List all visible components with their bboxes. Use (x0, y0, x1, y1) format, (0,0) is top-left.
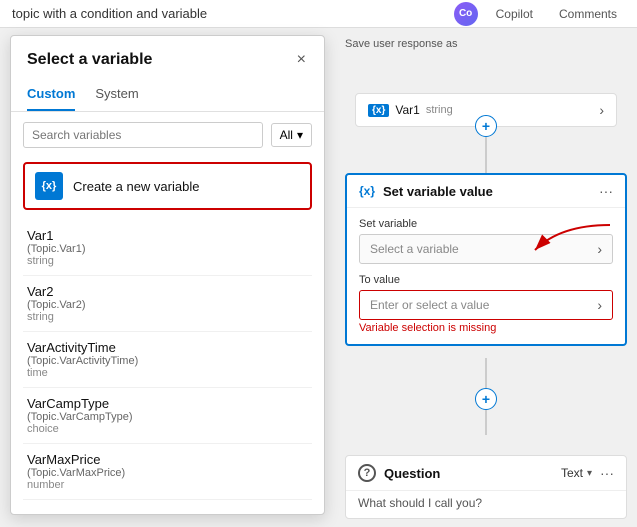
var-badge: {x} Var1 string (368, 103, 453, 117)
panel-header: Select a variable × (11, 36, 324, 80)
variable-list: Var1 (Topic.Var1) string Var2 (Topic.Var… (11, 220, 324, 514)
close-button[interactable]: × (295, 50, 308, 70)
var-badge-icon: {x} (368, 104, 389, 117)
list-item[interactable]: VarMaxPrice (Topic.VarMaxPrice) number (23, 444, 312, 500)
var-type: choice (27, 423, 308, 435)
chevron-right-icon: › (597, 297, 602, 313)
question-text: What should I call you? (358, 496, 482, 510)
text-type-label: Text (561, 466, 583, 480)
error-message: Variable selection is missing (359, 322, 613, 334)
list-item[interactable]: VarActivityTime (Topic.VarActivityTime) … (23, 332, 312, 388)
connector-line-mid (485, 358, 487, 388)
card-header: {x} Set variable value ··· (347, 175, 625, 208)
to-value-placeholder: Enter or select a value (370, 298, 489, 312)
copilot-button[interactable]: Copilot (488, 5, 541, 23)
set-variable-icon: {x} (359, 184, 375, 198)
question-menu-dots[interactable]: ··· (600, 465, 614, 481)
var-name: Var1 (27, 228, 308, 243)
list-item[interactable]: Var2 (Topic.Var2) string (23, 276, 312, 332)
var-name: VarCampType (27, 396, 308, 411)
tab-custom[interactable]: Custom (27, 80, 75, 111)
search-input[interactable] (23, 122, 263, 148)
connector-plus-bottom[interactable]: + (475, 388, 497, 410)
connector-line-top (485, 137, 487, 173)
chevron-right-icon: › (599, 102, 604, 118)
create-variable-icon: {x} (35, 172, 63, 200)
select-variable-placeholder: Select a variable (370, 242, 459, 256)
connector-plus-top[interactable]: + (475, 115, 497, 137)
list-item[interactable]: VarCampType (Topic.VarCampType) choice (23, 388, 312, 444)
top-bar: topic with a condition and variable Co C… (0, 0, 637, 28)
save-response-label: Save user response as (345, 38, 627, 50)
var-type: string (27, 311, 308, 323)
create-variable-button[interactable]: {x} Create a new variable (23, 162, 312, 210)
var-type: time (27, 367, 308, 379)
question-title: Question (384, 466, 553, 481)
canvas-area: Save user response as {x} Var1 string › … (335, 28, 637, 527)
red-arrow-annotation (525, 220, 615, 263)
variable-panel: Select a variable × Custom System All ▾ … (10, 35, 325, 515)
filter-dropdown[interactable]: All ▾ (271, 123, 312, 147)
connector-line-bottom (485, 410, 487, 435)
var1-type: string (426, 104, 453, 116)
search-area: All ▾ (11, 112, 324, 158)
save-response-section: Save user response as {x} Var1 string › (345, 38, 627, 54)
set-variable-title: Set variable value (383, 184, 591, 199)
var-name: VarMaxPrice (27, 452, 308, 467)
comments-button[interactable]: Comments (551, 5, 625, 23)
page-title: topic with a condition and variable (12, 6, 207, 21)
tabs-bar: Custom System (11, 80, 324, 112)
tab-system[interactable]: System (95, 80, 138, 111)
to-value-field[interactable]: Enter or select a value › (359, 290, 613, 320)
question-body: What should I call you? (346, 490, 626, 518)
copilot-avatar: Co (454, 2, 478, 26)
question-card-header: ? Question Text ▾ ··· (346, 456, 626, 490)
question-card: ? Question Text ▾ ··· What should I call… (345, 455, 627, 519)
list-item[interactable]: Var1 (Topic.Var1) string (23, 220, 312, 276)
text-type-badge[interactable]: Text ▾ (561, 466, 592, 480)
var-path: (Topic.VarMaxPrice) (27, 467, 308, 479)
question-icon: ? (358, 464, 376, 482)
var-path: (Topic.VarCampType) (27, 411, 308, 423)
var-name: VarActivityTime (27, 340, 308, 355)
menu-dots[interactable]: ··· (599, 183, 613, 199)
var-path: (Topic.VarActivityTime) (27, 355, 308, 367)
var-path: (Topic.Var1) (27, 243, 308, 255)
panel-title: Select a variable (27, 51, 152, 69)
to-value-label: To value (359, 274, 613, 286)
var-type: number (27, 479, 308, 491)
var-path: (Topic.Var2) (27, 299, 308, 311)
var-name: Var2 (27, 284, 308, 299)
dropdown-arrow-icon: ▾ (587, 468, 592, 479)
create-variable-label: Create a new variable (73, 179, 199, 194)
var-type: string (27, 255, 308, 267)
var1-name: Var1 (395, 103, 419, 117)
